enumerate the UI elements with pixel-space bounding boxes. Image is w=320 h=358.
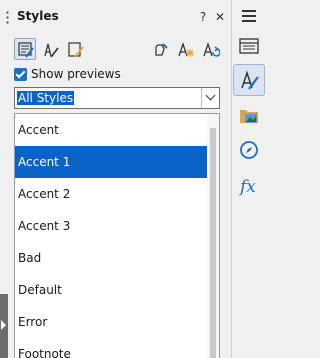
properties-icon — [239, 38, 259, 54]
style-filter-value: All Styles — [17, 91, 75, 105]
new-style-icon — [178, 41, 194, 57]
gallery-icon — [240, 110, 258, 123]
help-button[interactable]: ? — [195, 8, 211, 26]
frame-styles-button[interactable] — [64, 38, 86, 60]
sidebar-menu-icon[interactable] — [242, 10, 256, 22]
tab-styles[interactable] — [233, 64, 265, 96]
show-previews-checkbox[interactable] — [14, 68, 27, 81]
paragraph-styles-icon — [18, 42, 34, 58]
list-item[interactable]: Error — [15, 306, 207, 338]
drag-handle-icon[interactable] — [6, 10, 9, 24]
paragraph-styles-button[interactable] — [14, 38, 36, 60]
expand-arrow-icon — [1, 320, 6, 330]
tab-navigator[interactable] — [233, 134, 265, 166]
tab-properties[interactable] — [233, 30, 265, 62]
list-scrollbar[interactable] — [207, 114, 219, 358]
sidebar-divider — [231, 0, 232, 358]
list-item[interactable]: Default — [15, 274, 207, 306]
function-icon: fx — [238, 177, 256, 197]
list-item[interactable]: Accent 3 — [15, 210, 207, 242]
tab-gallery[interactable] — [233, 100, 265, 132]
compass-icon — [240, 141, 258, 159]
tab-functions[interactable]: fx — [233, 170, 265, 202]
list-item-selected[interactable]: Accent 1 — [15, 146, 207, 178]
list-item[interactable]: Accent — [15, 114, 207, 146]
frame-styles-icon — [68, 42, 84, 58]
close-button[interactable]: ✕ — [212, 8, 228, 26]
panel-titlebar: Styles ? ✕ — [0, 0, 232, 34]
styles-icon — [241, 70, 259, 90]
fill-format-mode-button[interactable] — [149, 38, 171, 60]
update-style-button[interactable] — [199, 38, 221, 60]
character-styles-icon — [44, 43, 59, 58]
list-item[interactable]: Bad — [15, 242, 207, 274]
character-styles-button[interactable] — [39, 38, 61, 60]
update-style-icon — [203, 41, 220, 57]
fill-format-icon — [155, 43, 168, 56]
chevron-down-icon[interactable] — [201, 88, 219, 108]
panel-title: Styles — [17, 9, 59, 23]
svg-text:fx: fx — [238, 177, 256, 197]
scrollbar-thumb[interactable] — [210, 128, 216, 358]
styles-list[interactable]: Accent Accent 1 Accent 2 Accent 3 Bad De… — [14, 113, 220, 358]
collapse-handle[interactable] — [0, 294, 8, 358]
show-previews-label: Show previews — [31, 67, 121, 81]
new-style-button[interactable] — [174, 38, 196, 60]
list-item[interactable]: Accent 2 — [15, 178, 207, 210]
style-filter-dropdown[interactable]: All Styles — [14, 87, 220, 109]
list-item[interactable]: Footnote — [15, 338, 207, 358]
